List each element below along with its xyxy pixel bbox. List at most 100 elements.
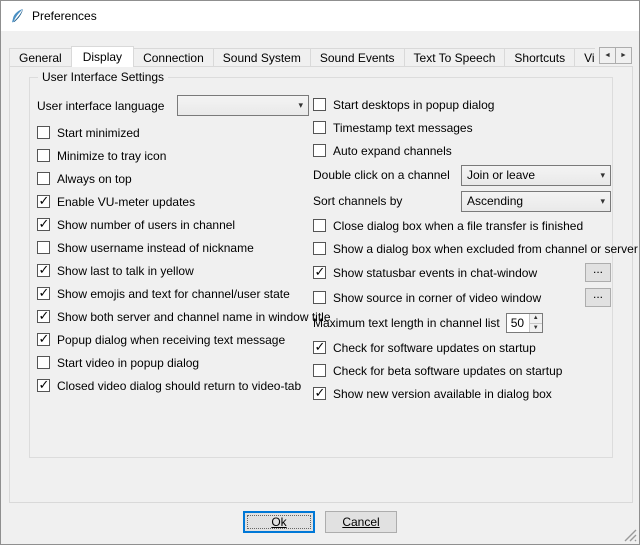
- checkbox-label: Enable VU-meter updates: [57, 195, 195, 209]
- checkbox-server-channel-in-title[interactable]: Show both server and channel name in win…: [37, 305, 309, 328]
- spin-down-icon[interactable]: ▼: [530, 324, 542, 333]
- checkbox-start-video-popup[interactable]: Start video in popup dialog: [37, 351, 309, 374]
- checkbox-popup-on-text-message[interactable]: Popup dialog when receiving text message: [37, 328, 309, 351]
- cancel-button[interactable]: Cancel: [325, 511, 397, 533]
- checkbox-box[interactable]: [313, 144, 326, 157]
- video-source-row: Show source in corner of video window ..…: [313, 285, 611, 310]
- checkbox-box[interactable]: [37, 172, 50, 185]
- checkbox-label: Show number of users in channel: [57, 218, 235, 232]
- checkbox-box[interactable]: [313, 266, 326, 279]
- tab-display[interactable]: Display: [71, 46, 134, 67]
- checkbox-label: Show emojis and text for channel/user st…: [57, 287, 290, 301]
- max-text-length-row: Maximum text length in channel list 50 ▲…: [313, 310, 611, 336]
- checkbox-box[interactable]: [37, 310, 50, 323]
- checkbox-minimize-to-tray[interactable]: Minimize to tray icon: [37, 144, 309, 167]
- checkbox-check-beta-updates[interactable]: Check for beta software updates on start…: [313, 359, 611, 382]
- tab-scroller: ◄ ►: [600, 47, 632, 64]
- checkbox-dialog-when-excluded[interactable]: Show a dialog box when excluded from cha…: [313, 237, 611, 260]
- language-row: User interface language ▾: [37, 93, 309, 118]
- preferences-dialog: Preferences General Display Connection S…: [0, 0, 640, 545]
- group-title: User Interface Settings: [38, 70, 168, 84]
- tab-video[interactable]: Video: [575, 48, 595, 67]
- double-click-label: Double click on a channel: [313, 168, 461, 182]
- checkbox-box[interactable]: [313, 242, 326, 255]
- max-text-length-value: 50: [507, 314, 529, 332]
- titlebar: Preferences: [1, 1, 639, 31]
- checkbox-box[interactable]: [313, 387, 326, 400]
- checkbox-start-minimized[interactable]: Start minimized: [37, 121, 309, 144]
- checkbox-label: Show statusbar events in chat-window: [333, 266, 537, 280]
- statusbar-events-more-button[interactable]: ...: [585, 263, 611, 282]
- double-click-value: Join or leave: [467, 168, 535, 182]
- tab-text-to-speech[interactable]: Text To Speech: [405, 48, 506, 67]
- checkbox-label: Minimize to tray icon: [57, 149, 166, 163]
- tab-scroll-left-icon[interactable]: ◄: [599, 47, 616, 64]
- language-label: User interface language: [37, 99, 177, 113]
- tab-sound-system[interactable]: Sound System: [214, 48, 311, 67]
- checkbox-box[interactable]: [37, 126, 50, 139]
- checkbox-box[interactable]: [313, 219, 326, 232]
- checkbox-timestamp-messages[interactable]: Timestamp text messages: [313, 116, 611, 139]
- spinner-buttons: ▲ ▼: [529, 314, 542, 332]
- tab-connection[interactable]: Connection: [134, 48, 214, 67]
- dialog-buttons: Ok Cancel: [1, 511, 639, 533]
- checkbox-box[interactable]: [313, 291, 326, 304]
- sort-channels-select[interactable]: Ascending ▾: [461, 191, 611, 212]
- checkbox-label: Start minimized: [57, 126, 140, 140]
- spin-up-icon[interactable]: ▲: [530, 314, 542, 324]
- sort-channels-row: Sort channels by Ascending ▾: [313, 188, 611, 214]
- max-text-length-spinner[interactable]: 50 ▲ ▼: [506, 313, 543, 333]
- checkbox-start-desktops-popup[interactable]: Start desktops in popup dialog: [313, 93, 611, 116]
- checkbox-label: Start desktops in popup dialog: [333, 98, 494, 112]
- checkbox-label: Check for beta software updates on start…: [333, 364, 562, 378]
- checkbox-box[interactable]: [313, 98, 326, 111]
- checkbox-box[interactable]: [37, 356, 50, 369]
- checkbox-always-on-top[interactable]: Always on top: [37, 167, 309, 190]
- checkbox-show-emojis[interactable]: Show emojis and text for channel/user st…: [37, 282, 309, 305]
- checkbox-label: Always on top: [57, 172, 132, 186]
- checkbox-box[interactable]: [37, 379, 50, 392]
- tab-scroll-right-icon[interactable]: ►: [615, 47, 632, 64]
- checkbox-show-user-count[interactable]: Show number of users in channel: [37, 213, 309, 236]
- checkbox-box[interactable]: [37, 149, 50, 162]
- ok-button[interactable]: Ok: [243, 511, 315, 533]
- checkbox-label: Show a dialog box when excluded from cha…: [333, 242, 638, 256]
- checkbox-box[interactable]: [313, 364, 326, 377]
- checkbox-label: Close dialog box when a file transfer is…: [333, 219, 583, 233]
- checkbox-label: Show last to talk in yellow: [57, 264, 194, 278]
- checkbox-label: Show both server and channel name in win…: [57, 310, 331, 324]
- checkbox-label: Start video in popup dialog: [57, 356, 199, 370]
- checkbox-box[interactable]: [37, 241, 50, 254]
- checkbox-close-on-file-transfer[interactable]: Close dialog box when a file transfer is…: [313, 214, 611, 237]
- checkbox-enable-vu-meter[interactable]: Enable VU-meter updates: [37, 190, 309, 213]
- left-column: User interface language ▾ Start minimize…: [37, 93, 309, 397]
- tab-general[interactable]: General: [9, 48, 72, 67]
- checkbox-box[interactable]: [313, 341, 326, 354]
- checkbox-label: Show username instead of nickname: [57, 241, 254, 255]
- checkbox-check-updates[interactable]: Check for software updates on startup: [313, 336, 611, 359]
- checkbox-show-new-version[interactable]: Show new version available in dialog box: [313, 382, 611, 405]
- checkbox-label: Show new version available in dialog box: [333, 387, 552, 401]
- checkbox-show-username[interactable]: Show username instead of nickname: [37, 236, 309, 259]
- chevron-down-icon: ▾: [600, 171, 605, 180]
- checkbox-box[interactable]: [37, 287, 50, 300]
- checkbox-closed-video-return[interactable]: Closed video dialog should return to vid…: [37, 374, 309, 397]
- checkbox-label: Closed video dialog should return to vid…: [57, 379, 301, 393]
- language-select[interactable]: ▾: [177, 95, 309, 116]
- checkbox-box[interactable]: [313, 121, 326, 134]
- checkbox-box[interactable]: [37, 195, 50, 208]
- tab-shortcuts[interactable]: Shortcuts: [505, 48, 575, 67]
- statusbar-events-row: Show statusbar events in chat-window ...: [313, 260, 611, 285]
- checkbox-box[interactable]: [37, 218, 50, 231]
- video-source-more-button[interactable]: ...: [585, 288, 611, 307]
- double-click-select[interactable]: Join or leave ▾: [461, 165, 611, 186]
- checkbox-auto-expand-channels[interactable]: Auto expand channels: [313, 139, 611, 162]
- double-click-row: Double click on a channel Join or leave …: [313, 162, 611, 188]
- checkbox-last-to-talk[interactable]: Show last to talk in yellow: [37, 259, 309, 282]
- chevron-down-icon: ▾: [298, 101, 303, 110]
- checkbox-box[interactable]: [37, 264, 50, 277]
- checkbox-label: Show source in corner of video window: [333, 291, 541, 305]
- app-icon: [9, 8, 25, 24]
- checkbox-box[interactable]: [37, 333, 50, 346]
- tab-sound-events[interactable]: Sound Events: [311, 48, 405, 67]
